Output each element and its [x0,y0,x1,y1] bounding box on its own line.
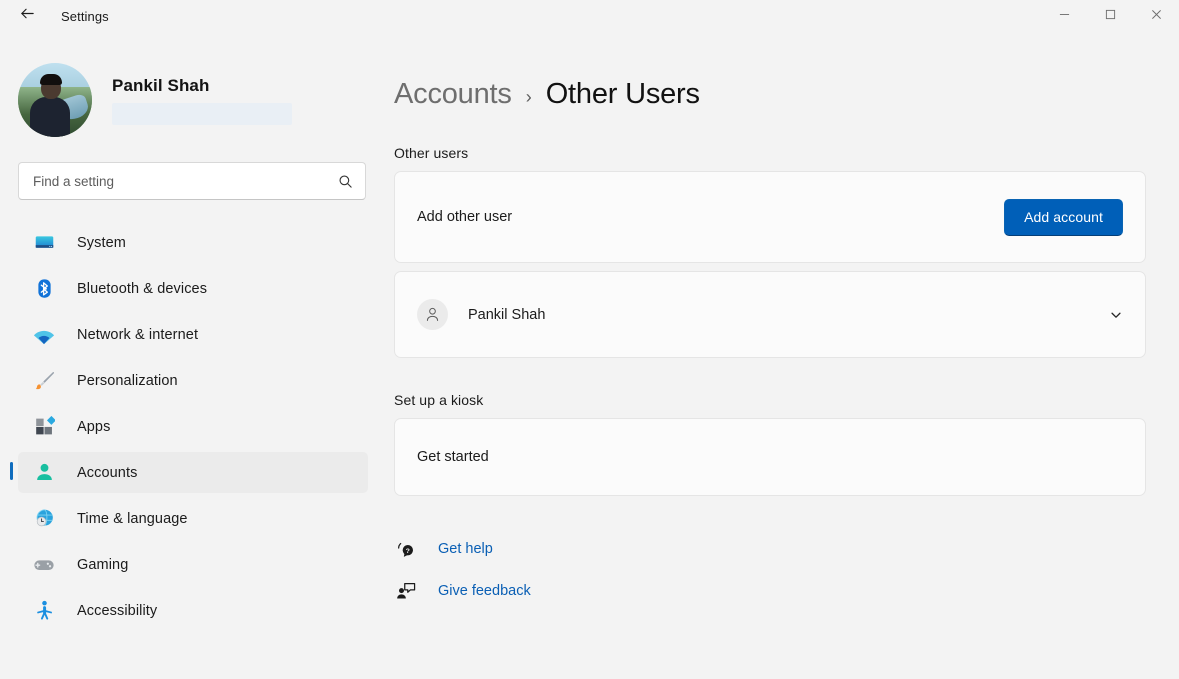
get-help-link[interactable]: ? Get help [394,532,1179,566]
sidebar-item-label: Network & internet [77,326,199,343]
kiosk-get-started-label: Get started [417,449,489,465]
breadcrumb-separator-icon: › [525,87,532,107]
sidebar-item-time-language[interactable]: Time & language [18,498,368,539]
sidebar-item-accessibility[interactable]: Accessibility [18,590,368,631]
sidebar-item-label: Personalization [77,372,178,389]
maximize-button[interactable] [1087,0,1133,32]
maximize-icon [1105,7,1116,25]
minimize-button[interactable] [1041,0,1087,32]
section-label-kiosk: Set up a kiosk [394,392,484,408]
give-feedback-link[interactable]: Give feedback [394,574,1179,608]
user-account-name: Pankil Shah [468,306,546,323]
back-button[interactable] [8,0,46,32]
help-links: ? Get help Give feedback [394,532,1179,608]
person-icon [33,462,55,484]
add-other-user-card: Add other user Add account [394,171,1146,263]
sidebar-item-system[interactable]: System [18,222,368,263]
sidebar-nav: System Bluetooth & devices Network & int… [0,222,388,631]
person-avatar-icon [417,299,448,330]
main-content: Accounts › Other Users Other users Add o… [388,32,1179,679]
breadcrumb: Accounts › Other Users [388,78,1179,111]
user-account-card[interactable]: Pankil Shah [394,271,1146,358]
chevron-down-icon[interactable] [1109,308,1123,322]
profile-name: Pankil Shah [112,75,210,95]
section-label-other-users: Other users [394,145,469,161]
sidebar-item-label: Accessibility [77,602,158,619]
sidebar-item-label: Apps [77,418,111,435]
window-controls [1041,0,1179,32]
sidebar-item-apps[interactable]: Apps [18,406,368,447]
search-input[interactable] [33,173,338,189]
sidebar-item-label: Time & language [77,510,188,527]
sidebar-item-bluetooth-devices[interactable]: Bluetooth & devices [18,268,368,309]
sidebar-item-label: Gaming [77,556,129,573]
user-profile[interactable]: Pankil Shah [0,32,388,140]
add-other-user-label: Add other user [417,209,513,225]
help-question-icon: ? [394,539,418,559]
sidebar-item-personalization[interactable]: Personalization [18,360,368,401]
sidebar-item-label: Accounts [77,464,138,481]
add-account-button[interactable]: Add account [1004,198,1123,236]
accessibility-icon [33,600,55,622]
bluetooth-icon [33,278,55,300]
gamepad-icon [33,554,55,576]
sidebar-item-label: System [77,234,126,251]
back-arrow-icon [19,5,36,27]
paintbrush-icon [33,370,55,392]
search-icon [338,174,353,189]
breadcrumb-parent[interactable]: Accounts [394,78,512,111]
svg-text:?: ? [406,548,410,555]
get-help-label: Get help [438,541,493,557]
kiosk-card[interactable]: Get started [394,418,1146,496]
close-icon [1151,7,1162,25]
avatar [18,63,92,137]
page-title: Other Users [545,78,700,110]
app-title: Settings [61,8,109,24]
feedback-person-icon [394,581,418,601]
search-box[interactable] [18,162,366,200]
sidebar-item-accounts[interactable]: Accounts [10,452,368,493]
wifi-icon [33,324,55,346]
sidebar-item-label: Bluetooth & devices [77,280,208,297]
sidebar: Pankil Shah Find a setting System Blueto… [0,32,388,679]
close-button[interactable] [1133,0,1179,32]
title-bar: Settings [0,0,1179,32]
minimize-icon [1059,7,1070,25]
apps-icon [33,416,55,438]
globe-clock-icon [33,508,55,530]
sidebar-item-gaming[interactable]: Gaming [18,544,368,585]
monitor-icon [33,232,55,254]
sidebar-item-network-internet[interactable]: Network & internet [18,314,368,355]
profile-email-redacted [112,102,292,125]
give-feedback-label: Give feedback [438,583,531,599]
